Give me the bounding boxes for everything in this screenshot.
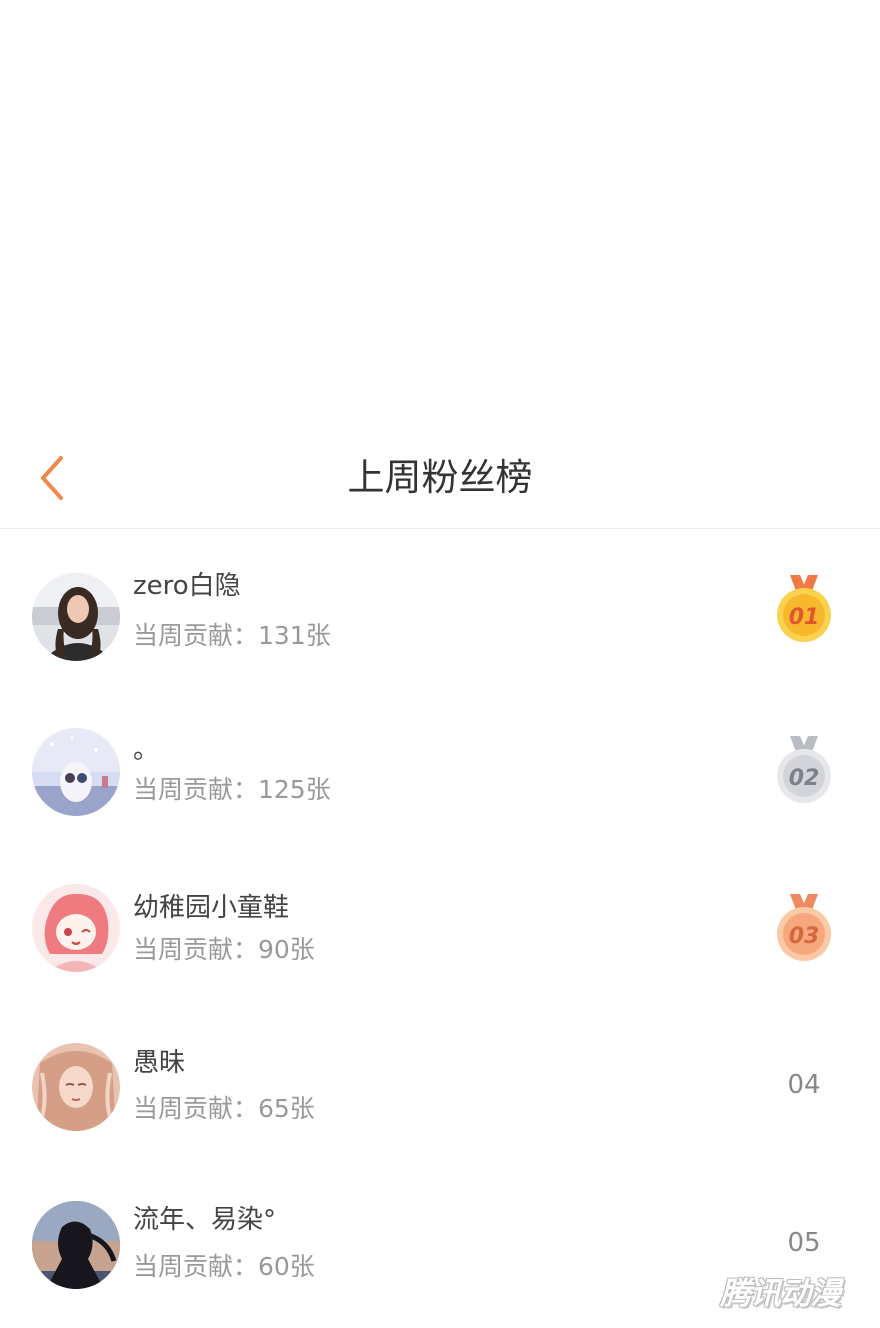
rank-number: 04 [787,1070,821,1100]
silver-medal-icon: 02 [774,734,834,804]
fan-name: zero白隐 [133,571,241,601]
avatar[interactable] [32,727,120,816]
list-item[interactable]: 愚昧 当周贡献：65张 04 [0,1005,880,1164]
fan-contribution: 当周贡献：90张 [133,935,315,964]
fan-contribution: 当周贡献：125张 [133,775,331,804]
avatar[interactable] [32,1042,120,1131]
list-item[interactable]: zero白隐 当周贡献：131张 01 [0,529,880,688]
fan-contribution: 当周贡献：60张 [133,1252,315,1281]
avatar[interactable] [32,573,120,661]
avatar[interactable] [32,1201,120,1289]
svg-text:01: 01 [789,605,820,630]
bronze-medal-icon: 03 [774,892,834,962]
list-item[interactable]: 。 当周贡献：125张 02 [0,688,880,847]
list-item[interactable]: 幼稚园小童鞋 当周贡献：90张 03 [0,846,880,1005]
fan-name: 愚昧 [133,1048,186,1078]
watermark-logo: 腾讯动漫 [720,1276,841,1312]
fan-name: 。 [133,735,160,765]
fan-name: 幼稚园小童鞋 [133,893,290,923]
fan-contribution: 当周贡献：131张 [133,621,331,650]
page-title: 上周粉丝榜 [347,456,533,499]
svg-text:03: 03 [789,924,820,949]
fan-name: 流年、易染° [133,1205,277,1235]
avatar[interactable] [32,884,120,972]
header-bar: 上周粉丝榜 [0,428,880,529]
svg-text:02: 02 [789,766,820,791]
gold-medal-icon: 01 [774,573,834,643]
rank-number: 05 [787,1228,821,1258]
fan-contribution: 当周贡献：65张 [133,1094,315,1123]
